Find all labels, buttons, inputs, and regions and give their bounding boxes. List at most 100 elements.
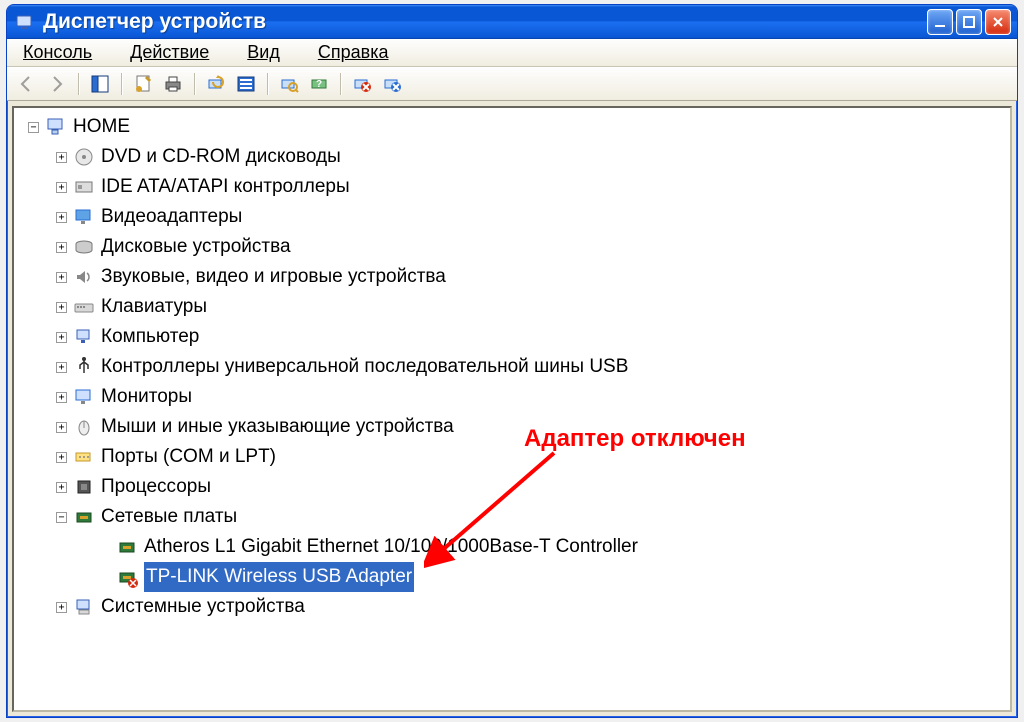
toolbar-separator: [78, 73, 79, 95]
tree-category-node[interactable]: + Дисковые устройства: [18, 232, 1010, 262]
expand-icon[interactable]: +: [56, 422, 67, 433]
network-adapter-icon: [116, 536, 138, 558]
disk-icon: [73, 236, 95, 258]
tree-category-node[interactable]: + Мониторы: [18, 382, 1010, 412]
tree-item-label: Системные устройства: [101, 592, 305, 622]
toolbar-separator: [121, 73, 122, 95]
menu-label: Вид: [247, 42, 280, 62]
scan-hardware-button[interactable]: [277, 72, 301, 96]
help-tool-button[interactable]: ?: [307, 72, 331, 96]
monitor-icon: [73, 386, 95, 408]
expand-icon[interactable]: +: [56, 332, 67, 343]
net-icon: [73, 506, 95, 528]
tree-item-label: Мониторы: [101, 382, 192, 412]
window: Диспетчер устройств Консоль Действие Вид…: [6, 4, 1018, 718]
tree-device-node[interactable]: TP-LINK Wireless USB Adapter: [18, 562, 1010, 592]
expand-icon[interactable]: +: [56, 452, 67, 463]
tree-item-label: DVD и CD-ROM дисководы: [101, 142, 341, 172]
close-button[interactable]: [985, 9, 1011, 35]
toolbar: ?: [7, 67, 1017, 101]
port-icon: [73, 446, 95, 468]
device-tree[interactable]: − HOME + DVD и CD-ROM дисководы + IDE ATA/A…: [12, 106, 1012, 712]
cpu-icon: [73, 476, 95, 498]
expand-icon[interactable]: +: [56, 272, 67, 283]
nav-back-button: [15, 72, 39, 96]
svg-text:?: ?: [316, 79, 322, 90]
expand-icon[interactable]: +: [56, 482, 67, 493]
menu-label: Консоль: [23, 42, 92, 62]
sound-icon: [73, 266, 95, 288]
menu-view[interactable]: Вид: [239, 40, 288, 65]
tree-item-label: Видеоадаптеры: [101, 202, 242, 232]
expand-icon[interactable]: +: [56, 182, 67, 193]
tree-category-node[interactable]: + Видеоадаптеры: [18, 202, 1010, 232]
toolbar-separator: [340, 73, 341, 95]
ide-icon: [73, 176, 95, 198]
tree-item-label: Компьютер: [101, 322, 199, 352]
tree-category-node[interactable]: + IDE ATA/ATAPI контроллеры: [18, 172, 1010, 202]
expand-icon[interactable]: +: [56, 242, 67, 253]
network-adapter-icon: [116, 566, 138, 588]
expand-icon[interactable]: +: [56, 602, 67, 613]
tree-item-label: Процессоры: [101, 472, 211, 502]
properties-button[interactable]: [131, 72, 155, 96]
content-area: − HOME + DVD и CD-ROM дисководы + IDE ATA/A…: [7, 101, 1017, 717]
tree-category-node[interactable]: + Компьютер: [18, 322, 1010, 352]
minimize-button[interactable]: [927, 9, 953, 35]
expand-icon[interactable]: +: [56, 362, 67, 373]
tree-item-label: Atheros L1 Gigabit Ethernet 10/100/1000B…: [144, 532, 638, 562]
tree-item-label: Порты (COM и LPT): [101, 442, 276, 472]
tree-root-node[interactable]: − HOME: [18, 112, 1010, 142]
mouse-icon: [73, 416, 95, 438]
collapse-icon[interactable]: −: [28, 122, 39, 133]
tree-device-node[interactable]: Atheros L1 Gigabit Ethernet 10/100/1000B…: [18, 532, 1010, 562]
tree-item-label: Сетевые платы: [101, 502, 237, 532]
usb-icon: [73, 356, 95, 378]
tree-item-label: IDE ATA/ATAPI контроллеры: [101, 172, 350, 202]
computer-root-icon: [45, 116, 67, 138]
system-icon: [15, 12, 35, 32]
system-icon: [73, 596, 95, 618]
expand-icon[interactable]: +: [56, 212, 67, 223]
toolbar-separator: [267, 73, 268, 95]
menu-label: Справка: [318, 42, 389, 62]
details-button[interactable]: [234, 72, 258, 96]
tree-item-label: Контроллеры универсальной последовательн…: [101, 352, 628, 382]
menubar: Консоль Действие Вид Справка: [7, 39, 1017, 67]
collapse-icon[interactable]: −: [56, 512, 67, 523]
window-buttons: [927, 9, 1011, 35]
show-tree-button[interactable]: [88, 72, 112, 96]
tree-item-label: HOME: [73, 112, 130, 142]
window-title: Диспетчер устройств: [43, 10, 927, 34]
menu-label: Действие: [130, 42, 209, 62]
tree-category-node[interactable]: + Клавиатуры: [18, 292, 1010, 322]
uninstall-button[interactable]: [380, 72, 404, 96]
tree-category-node[interactable]: +Звуковые, видео и игровые устройства: [18, 262, 1010, 292]
titlebar: Диспетчер устройств: [7, 5, 1017, 39]
tree-category-node[interactable]: + Контроллеры универсальной последователь…: [18, 352, 1010, 382]
tree-item-label: Клавиатуры: [101, 292, 207, 322]
tree-item-label: TP-LINK Wireless USB Adapter: [144, 562, 414, 592]
disable-button[interactable]: [350, 72, 374, 96]
refresh-button[interactable]: [204, 72, 228, 96]
print-button[interactable]: [161, 72, 185, 96]
computer-icon: [73, 326, 95, 348]
tree-category-node[interactable]: + Системные устройства: [18, 592, 1010, 622]
tree-item-label: Мыши и иные указывающие устройства: [101, 412, 454, 442]
maximize-button[interactable]: [956, 9, 982, 35]
tree-category-node[interactable]: + Мыши и иные указывающие устройства: [18, 412, 1010, 442]
toolbar-separator: [194, 73, 195, 95]
keyboard-icon: [73, 296, 95, 318]
menu-action[interactable]: Действие: [122, 40, 217, 65]
tree-category-node[interactable]: + DVD и CD-ROM дисководы: [18, 142, 1010, 172]
expand-icon[interactable]: +: [56, 302, 67, 313]
expand-icon[interactable]: +: [56, 152, 67, 163]
menu-help[interactable]: Справка: [310, 40, 397, 65]
expand-icon[interactable]: +: [56, 392, 67, 403]
tree-category-node[interactable]: − Сетевые платы: [18, 502, 1010, 532]
tree-item-label: Дисковые устройства: [101, 232, 291, 262]
disc-icon: [73, 146, 95, 168]
tree-category-node[interactable]: + Процессоры: [18, 472, 1010, 502]
tree-category-node[interactable]: + Порты (COM и LPT): [18, 442, 1010, 472]
menu-console[interactable]: Консоль: [15, 40, 100, 65]
